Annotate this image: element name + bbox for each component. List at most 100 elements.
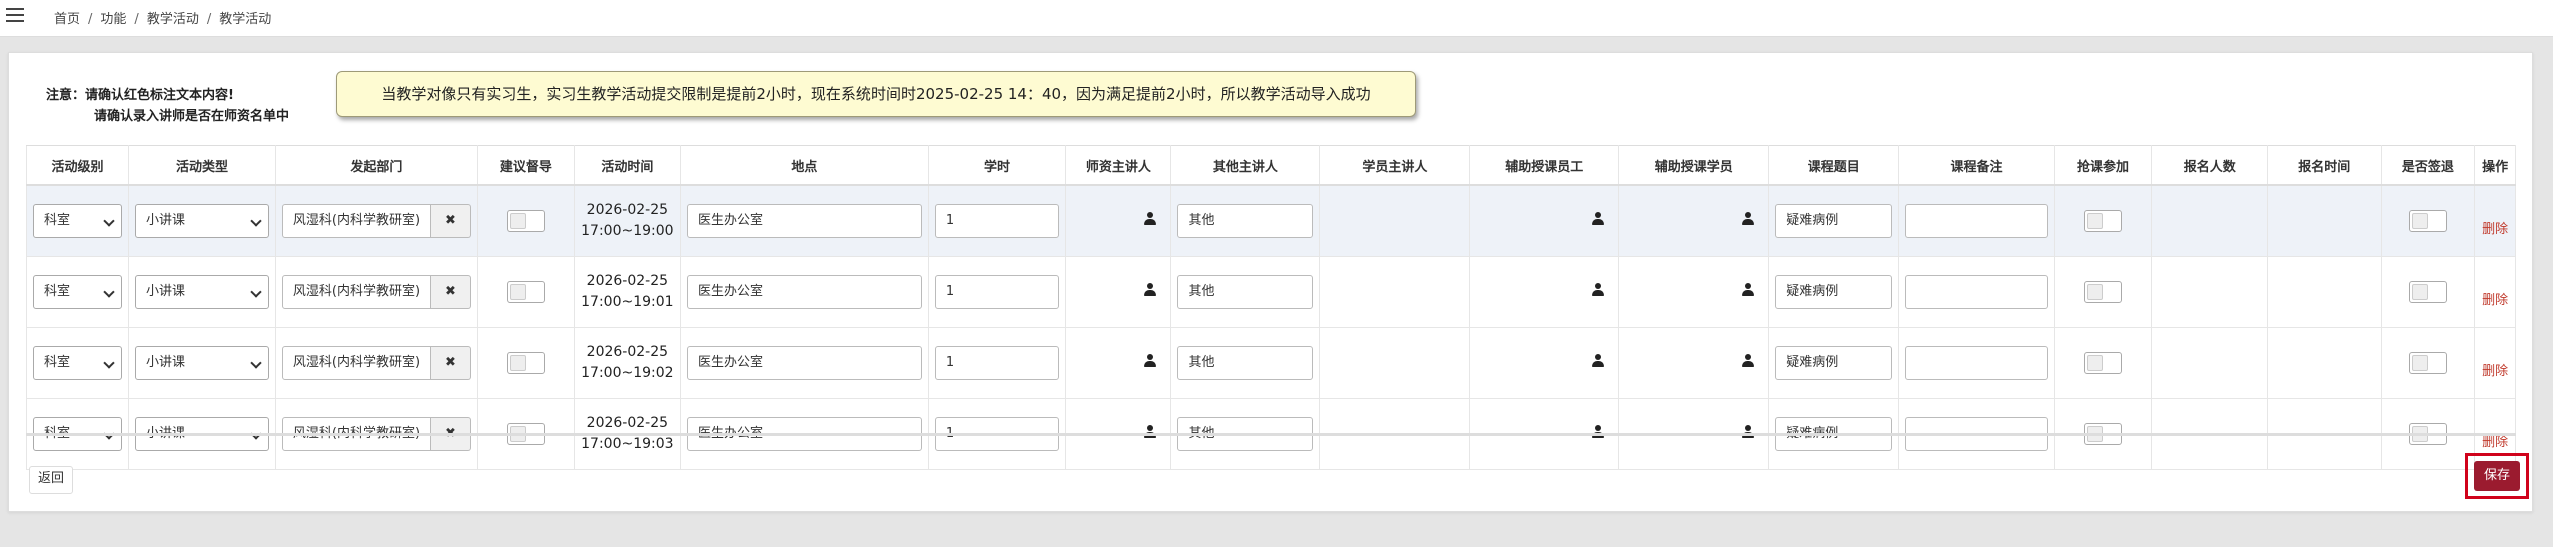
supervisor-toggle[interactable]: [506, 210, 545, 232]
level-select[interactable]: 科室: [33, 346, 123, 380]
clear-dept-icon[interactable]: ✖: [430, 346, 471, 380]
type-cell: 小讲课: [128, 327, 276, 399]
user-icon[interactable]: [1742, 212, 1755, 226]
teacher-speaker-cell: [1065, 184, 1172, 257]
save-button[interactable]: 保存: [2474, 461, 2520, 491]
other-speaker-input[interactable]: 其他: [1177, 275, 1314, 309]
hours-input[interactable]: 1: [934, 275, 1060, 309]
remark-cell: [1898, 327, 2055, 399]
place-cell: 医生办公室: [679, 184, 929, 257]
type-select[interactable]: 小讲课: [135, 204, 269, 238]
breadcrumb-teaching-activity[interactable]: 教学活动: [147, 12, 199, 27]
panel-divider: [26, 433, 2516, 436]
sign-out-toggle[interactable]: [2408, 352, 2447, 374]
level-select[interactable]: 科室: [33, 275, 123, 309]
user-icon[interactable]: [1592, 425, 1605, 439]
activity-time: 17:00~19:00: [581, 223, 674, 239]
dept-input[interactable]: 风湿科(内科学教研室): [281, 275, 431, 309]
type-select[interactable]: 小讲课: [135, 275, 269, 309]
teacher-speaker-cell: [1065, 256, 1172, 328]
time-cell: 2026-02-25 17:00~19:01: [573, 256, 681, 328]
top-bar: 首页 / 功能 / 教学活动 / 教学活动: [0, 0, 2553, 37]
delete-link[interactable]: 删除: [2482, 435, 2508, 450]
breadcrumb-function[interactable]: 功能: [100, 12, 126, 27]
sign-out-toggle[interactable]: [2408, 210, 2447, 232]
supervisor-toggle[interactable]: [506, 352, 545, 374]
clear-dept-icon[interactable]: ✖: [430, 204, 471, 238]
student-speaker-cell: [1319, 327, 1471, 399]
breadcrumb-home[interactable]: 首页: [54, 12, 80, 27]
other-speaker-input[interactable]: 其他: [1177, 346, 1314, 380]
type-select[interactable]: 小讲课: [135, 346, 269, 380]
back-button[interactable]: 返回: [29, 466, 74, 494]
activity-date: 2026-02-25: [586, 202, 669, 218]
action-cell: 删除: [2474, 256, 2516, 328]
sign-out-cell: [2380, 256, 2476, 328]
sign-out-toggle[interactable]: [2408, 281, 2447, 303]
assist-student-cell: [1618, 327, 1770, 399]
action-cell: 删除: [2474, 184, 2516, 257]
place-input[interactable]: 医生办公室: [686, 204, 922, 238]
notice-line-1: 注意：请确认红色标注文本内容!: [46, 88, 234, 103]
type-cell: 小讲课: [128, 256, 276, 328]
column-header: 活动时间: [573, 145, 681, 186]
user-icon[interactable]: [1144, 212, 1157, 226]
topic-cell: 疑难病例: [1768, 256, 1900, 328]
assist-student-cell: [1618, 256, 1770, 328]
table-row: 科室 小讲课 风湿科(内科学教研室) ✖ 2026-02-25 17:00~19:02 医生…: [25, 327, 2516, 399]
hours-input[interactable]: 1: [934, 346, 1060, 380]
supervisor-cell: [476, 184, 575, 257]
topic-input[interactable]: 疑难病例: [1775, 275, 1893, 309]
place-cell: 医生办公室: [679, 327, 929, 399]
topic-input[interactable]: 疑难病例: [1775, 204, 1893, 238]
assist-staff-cell: [1469, 256, 1620, 328]
student-speaker-cell: [1319, 256, 1471, 328]
level-cell: 科室: [25, 327, 130, 399]
level-select[interactable]: 科室: [33, 204, 123, 238]
topic-input[interactable]: 疑难病例: [1775, 346, 1893, 380]
other-speaker-input[interactable]: 其他: [1177, 204, 1314, 238]
remark-input[interactable]: [1905, 346, 2048, 380]
assist-staff-cell: [1469, 184, 1620, 257]
user-icon[interactable]: [1742, 354, 1755, 368]
activity-time: 17:00~19:01: [581, 294, 674, 310]
supervisor-toggle[interactable]: [506, 281, 545, 303]
delete-link[interactable]: 删除: [2482, 222, 2508, 237]
column-header: 建议督导: [476, 145, 575, 186]
remark-input[interactable]: [1905, 275, 2048, 309]
activity-date: 2026-02-25: [586, 344, 669, 360]
user-icon[interactable]: [1144, 425, 1157, 439]
delete-link[interactable]: 删除: [2482, 293, 2508, 308]
user-icon[interactable]: [1742, 425, 1755, 439]
user-icon[interactable]: [1144, 354, 1157, 368]
notice-text: 注意：请确认红色标注文本内容! 请确认录入讲师是否在师资名单中: [46, 85, 289, 127]
sign-out-cell: [2380, 327, 2476, 399]
user-icon[interactable]: [1742, 283, 1755, 297]
dept-input[interactable]: 风湿科(内科学教研室): [281, 204, 431, 238]
user-icon[interactable]: [1592, 354, 1605, 368]
grab-course-toggle[interactable]: [2083, 352, 2122, 374]
level-cell: 科室: [25, 184, 130, 257]
assist-student-cell: [1618, 184, 1770, 257]
grab-course-toggle[interactable]: [2083, 210, 2122, 232]
user-icon[interactable]: [1592, 212, 1605, 226]
place-input[interactable]: 医生办公室: [686, 346, 922, 380]
remark-input[interactable]: [1905, 204, 2048, 238]
hours-input[interactable]: 1: [934, 204, 1060, 238]
delete-link[interactable]: 删除: [2482, 364, 2508, 379]
grab-course-cell: [2053, 256, 2153, 328]
place-input[interactable]: 医生办公室: [686, 275, 922, 309]
other-speaker-cell: 其他: [1170, 184, 1321, 257]
dept-input[interactable]: 风湿科(内科学教研室): [281, 346, 431, 380]
import-panel: 注意：请确认红色标注文本内容! 请确认录入讲师是否在师资名单中 当教学对像只有实…: [8, 52, 2533, 512]
breadcrumb-current: 教学活动: [219, 12, 272, 27]
column-header: 师资主讲人: [1065, 145, 1172, 186]
signup-count-cell: [2151, 256, 2269, 328]
hours-cell: 1: [927, 184, 1067, 257]
grab-course-toggle[interactable]: [2083, 281, 2122, 303]
user-icon[interactable]: [1592, 283, 1605, 297]
user-icon[interactable]: [1144, 283, 1157, 297]
supervisor-cell: [476, 256, 575, 328]
clear-dept-icon[interactable]: ✖: [430, 275, 471, 309]
hamburger-menu-icon[interactable]: [6, 8, 24, 22]
